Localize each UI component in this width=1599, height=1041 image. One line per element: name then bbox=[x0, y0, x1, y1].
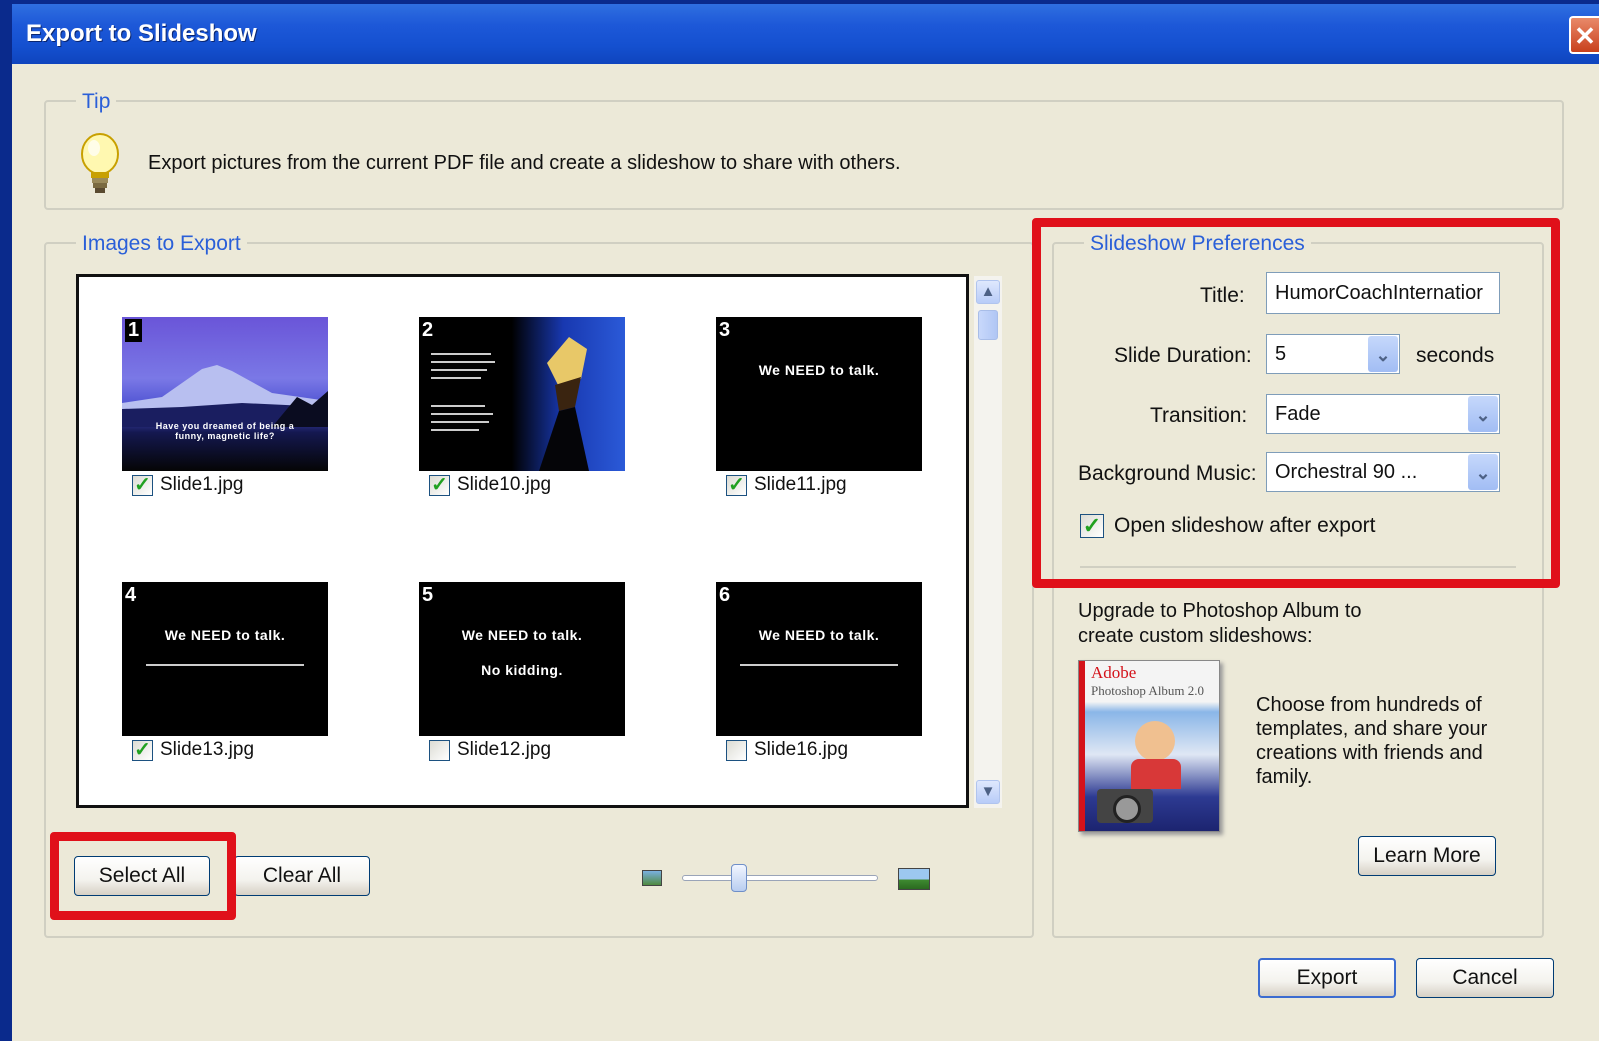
box-brand-text: Adobe bbox=[1091, 663, 1137, 682]
export-to-slideshow-dialog: Export to Slideshow ✕ Tip Export picture… bbox=[12, 4, 1599, 1041]
scroll-up-button[interactable]: ▲ bbox=[976, 280, 1000, 304]
slide-number: 6 bbox=[719, 584, 731, 606]
scroll-thumb[interactable] bbox=[978, 310, 998, 340]
close-button[interactable]: ✕ bbox=[1569, 16, 1599, 54]
thumbnail-scrollbar[interactable]: ▲ ▼ bbox=[974, 276, 1002, 808]
thumbnail-panel[interactable]: 1 Have you dreamed of being a funny, mag… bbox=[76, 274, 969, 808]
slide-caption: We NEED to talk. bbox=[758, 362, 880, 378]
tip-text: Export pictures from the current PDF fil… bbox=[148, 152, 901, 174]
large-thumbnail-icon bbox=[898, 868, 930, 890]
slide-caption: We NEED to talk. bbox=[758, 627, 880, 643]
filename-slide1: Slide1.jpg bbox=[160, 474, 244, 495]
clear-all-button[interactable]: Clear All bbox=[234, 856, 370, 896]
highlight-slideshow-preferences bbox=[1032, 218, 1560, 588]
export-button[interactable]: Export bbox=[1258, 958, 1396, 998]
slide-caption: We NEED to talk. bbox=[461, 627, 583, 643]
thumbnail-slide11[interactable]: 3 We NEED to talk. bbox=[716, 317, 922, 471]
lightbulb-icon bbox=[78, 130, 122, 200]
upgrade-desc-line1: Choose from hundreds of bbox=[1256, 694, 1482, 716]
checkbox-slide10[interactable]: ✓ bbox=[429, 475, 450, 496]
slide-number: 3 bbox=[719, 319, 731, 341]
checkbox-slide12[interactable] bbox=[429, 740, 450, 761]
slide-number: 1 bbox=[125, 319, 143, 342]
upgrade-desc-line3: creations with friends and bbox=[1256, 742, 1483, 764]
upgrade-desc-line2: templates, and share your bbox=[1256, 718, 1488, 740]
filename-slide11: Slide11.jpg bbox=[754, 474, 847, 495]
slide-number: 2 bbox=[422, 319, 434, 341]
slide-caption: We NEED to talk. bbox=[164, 627, 286, 643]
scroll-down-button[interactable]: ▼ bbox=[976, 780, 1000, 804]
thumbnail-slide1[interactable]: 1 Have you dreamed of being a funny, mag… bbox=[122, 317, 328, 471]
slide-number: 5 bbox=[422, 584, 434, 606]
slide-number: 4 bbox=[125, 584, 137, 606]
tip-legend: Tip bbox=[76, 90, 117, 114]
thumbnail-slide12[interactable]: 5 We NEED to talk. No kidding. bbox=[419, 582, 625, 736]
photoshop-album-box-image: Adobe Photoshop Album 2.0 bbox=[1078, 660, 1220, 832]
thumbnail-slide16[interactable]: 6 We NEED to talk. bbox=[716, 582, 922, 736]
upgrade-desc-line4: family. bbox=[1256, 766, 1313, 788]
learn-more-button[interactable]: Learn More bbox=[1358, 836, 1496, 876]
filename-slide12: Slide12.jpg bbox=[457, 739, 552, 760]
slide-caption: Have you dreamed of being a funny, magne… bbox=[155, 421, 295, 441]
window-title: Export to Slideshow bbox=[26, 20, 257, 47]
thumbnail-slide13[interactable]: 4 We NEED to talk. bbox=[122, 582, 328, 736]
slide-caption-2: No kidding. bbox=[481, 662, 563, 678]
cancel-button[interactable]: Cancel bbox=[1416, 958, 1554, 998]
images-to-export-legend: Images to Export bbox=[76, 232, 247, 256]
zoom-slider[interactable] bbox=[682, 864, 878, 892]
filename-slide13: Slide13.jpg bbox=[160, 739, 255, 760]
filename-slide10: Slide10.jpg bbox=[457, 474, 552, 495]
thumbnail-slide10[interactable]: 2 bbox=[419, 317, 625, 471]
checkbox-slide13[interactable]: ✓ bbox=[132, 740, 153, 761]
box-product-text: Photoshop Album 2.0 bbox=[1091, 683, 1205, 698]
small-thumbnail-icon bbox=[642, 870, 662, 886]
upgrade-heading-line2: create custom slideshows: bbox=[1078, 625, 1313, 647]
checkbox-slide11[interactable]: ✓ bbox=[726, 475, 747, 496]
filename-slide16: Slide16.jpg bbox=[754, 739, 849, 760]
checkbox-slide1[interactable]: ✓ bbox=[132, 475, 153, 496]
zoom-slider-handle[interactable] bbox=[730, 864, 747, 892]
highlight-select-all bbox=[50, 832, 236, 920]
upgrade-heading-line1: Upgrade to Photoshop Album to bbox=[1078, 600, 1362, 622]
checkbox-slide16[interactable] bbox=[726, 740, 747, 761]
title-bar[interactable]: Export to Slideshow ✕ bbox=[12, 4, 1599, 64]
